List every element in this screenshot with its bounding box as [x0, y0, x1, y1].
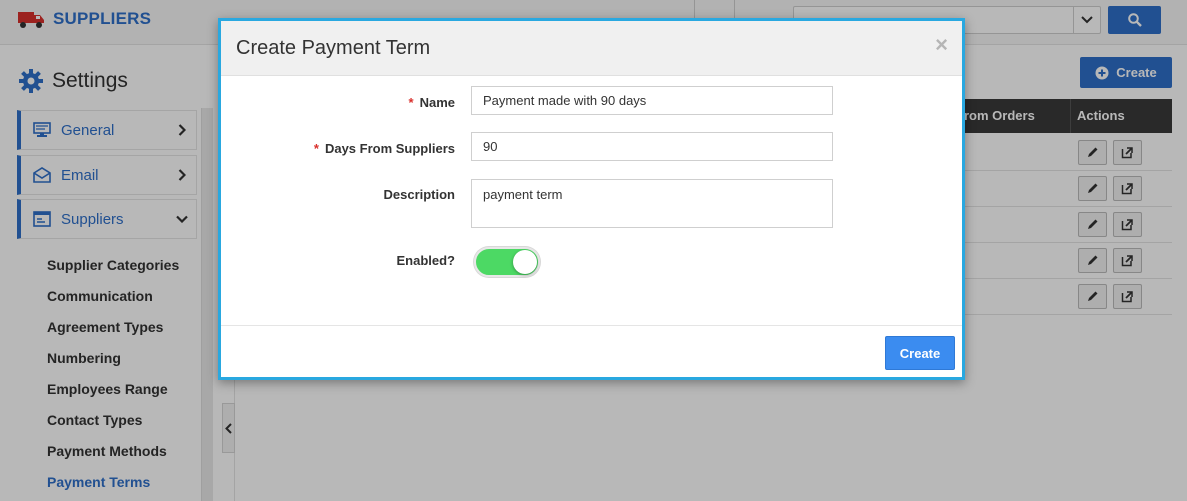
create-button[interactable]: Create — [885, 336, 955, 370]
required-marker: * — [408, 95, 414, 110]
name-input[interactable] — [471, 86, 833, 115]
enabled-label: Enabled? — [396, 253, 455, 268]
divider — [221, 325, 962, 326]
enabled-toggle[interactable] — [474, 247, 540, 277]
close-icon[interactable]: × — [935, 34, 948, 56]
days-from-suppliers-input[interactable] — [471, 132, 833, 161]
dialog-title: Create Payment Term — [236, 37, 431, 59]
required-marker: * — [313, 141, 319, 156]
name-label: * Name — [408, 95, 455, 110]
days-from-suppliers-label: * Days From Suppliers — [313, 141, 455, 156]
dialog-header: Create Payment Term × — [221, 21, 962, 76]
description-label: Description — [383, 187, 455, 202]
create-payment-term-dialog: Create Payment Term × *Name *Days From S… — [218, 18, 965, 380]
description-input[interactable]: payment term — [471, 179, 833, 228]
toggle-knob — [513, 250, 537, 274]
